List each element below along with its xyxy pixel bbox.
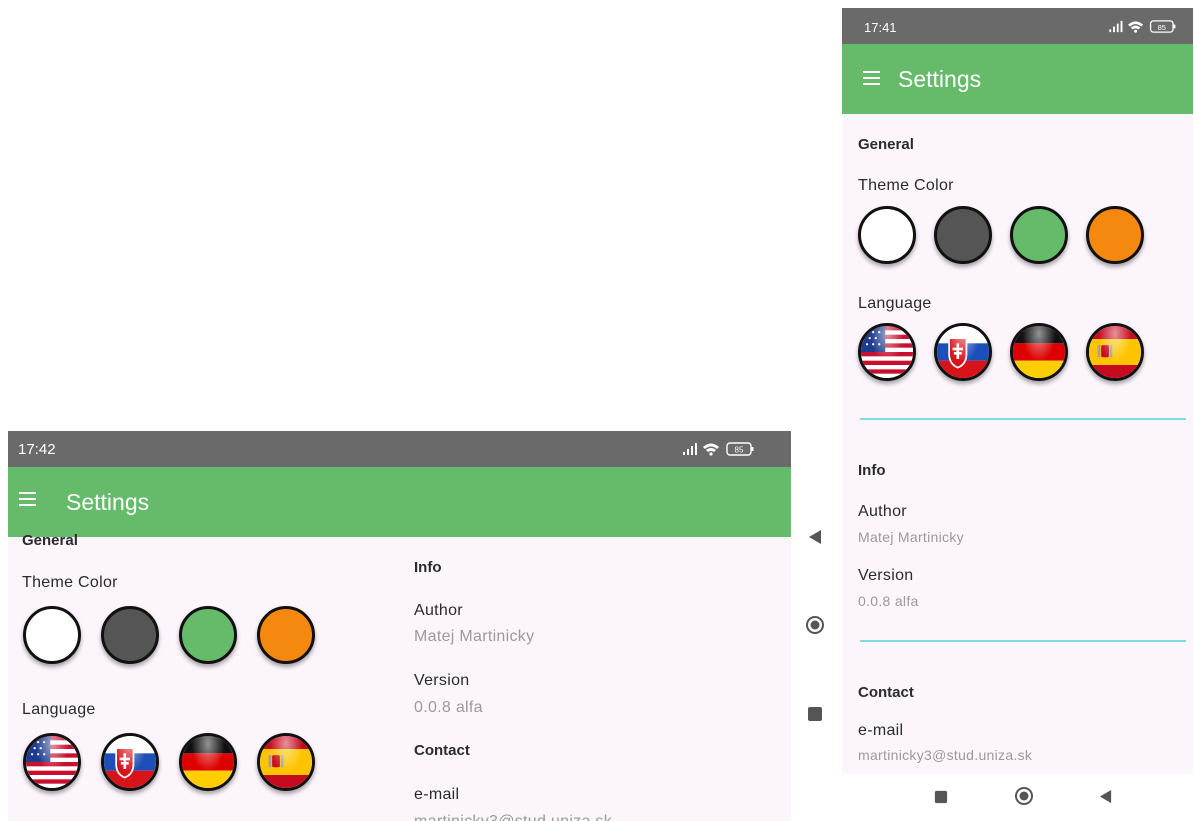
theme-swatch-dark-gray[interactable] (934, 206, 992, 264)
portrait-screen: 17:41 85 Settings General Theme Color La… (842, 8, 1193, 821)
language-label: Language (858, 295, 932, 312)
signal-wifi-battery-icon: 85 (683, 442, 754, 456)
status-time: 17:42 (18, 441, 56, 458)
email-value[interactable]: martinicky3@stud.uniza.sk (414, 813, 612, 821)
battery-level: 85 (1158, 23, 1166, 32)
theme-swatch-green[interactable] (1010, 206, 1068, 264)
theme-swatch-white[interactable] (23, 606, 81, 664)
section-divider (860, 418, 1186, 420)
theme-color-options (858, 206, 1144, 264)
theme-swatch-green[interactable] (179, 606, 237, 664)
general-header: General (858, 136, 914, 153)
contact-header: Contact (414, 742, 470, 759)
author-label: Author (414, 602, 463, 619)
status-bar: 17:42 85 (8, 431, 791, 467)
recents-icon[interactable] (807, 706, 823, 727)
email-label: e-mail (858, 722, 904, 739)
language-options (23, 733, 315, 791)
version-value: 0.0.8 alfa (414, 699, 483, 716)
slovakia-flag-icon[interactable] (101, 733, 159, 791)
theme-color-label: Theme Color (22, 574, 118, 591)
version-value: 0.0.8 alfa (858, 593, 919, 609)
status-bar: 17:41 85 (842, 8, 1193, 44)
recents-icon[interactable] (934, 790, 948, 809)
theme-swatch-white[interactable] (858, 206, 916, 264)
language-options (858, 323, 1144, 381)
language-label: Language (22, 701, 96, 718)
landscape-nav-buttons (800, 520, 830, 730)
settings-content: General Theme Color Language Info Author… (842, 114, 1193, 774)
slovakia-flag-icon[interactable] (934, 323, 992, 381)
version-label: Version (858, 567, 914, 584)
us-flag-icon[interactable] (858, 323, 916, 381)
page-title: Settings (66, 489, 150, 515)
app-bar: Settings (8, 467, 791, 537)
germany-flag-icon[interactable] (179, 733, 237, 791)
home-icon[interactable] (805, 615, 825, 640)
theme-color-options (23, 606, 315, 664)
author-value: Matej Martinicky (858, 529, 964, 545)
theme-swatch-orange[interactable] (257, 606, 315, 664)
status-icons: 85 (1109, 19, 1179, 39)
theme-swatch-orange[interactable] (1086, 206, 1144, 264)
general-header: General (22, 532, 78, 549)
author-value: Matej Martinicky (414, 628, 535, 645)
us-flag-icon[interactable] (23, 733, 81, 791)
info-header: Info (858, 462, 886, 479)
email-label: e-mail (414, 786, 460, 803)
germany-flag-icon[interactable] (1010, 323, 1068, 381)
status-icons: 85 (683, 441, 757, 462)
contact-header: Contact (858, 684, 914, 701)
spain-flag-icon[interactable] (257, 733, 315, 791)
spain-flag-icon[interactable] (1086, 323, 1144, 381)
back-icon[interactable] (807, 529, 823, 550)
author-label: Author (858, 503, 907, 520)
landscape-screen: 17:42 85 Settings General Theme Color La… (8, 431, 791, 821)
app-bar: Settings (842, 44, 1193, 114)
page-title: Settings (898, 66, 982, 92)
section-divider (860, 640, 1186, 642)
info-header: Info (414, 559, 442, 576)
email-value[interactable]: martinicky3@stud.uniza.sk (858, 747, 1032, 763)
hamburger-menu-icon[interactable] (862, 70, 882, 91)
home-icon[interactable] (1014, 786, 1034, 811)
theme-color-label: Theme Color (858, 177, 954, 194)
version-label: Version (414, 672, 470, 689)
status-time: 17:41 (864, 20, 897, 35)
navigation-bar (842, 774, 1193, 821)
hamburger-menu-icon[interactable] (18, 491, 38, 512)
battery-level: 85 (735, 446, 744, 455)
signal-wifi-battery-icon: 85 (1109, 20, 1176, 33)
back-icon[interactable] (1098, 789, 1113, 809)
theme-swatch-dark-gray[interactable] (101, 606, 159, 664)
